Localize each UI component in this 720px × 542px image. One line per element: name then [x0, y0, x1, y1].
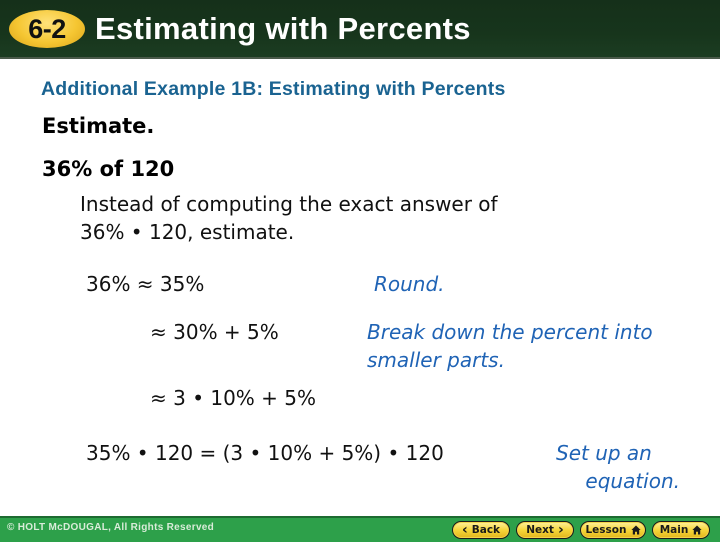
back-label: Back — [471, 524, 501, 536]
explanation-line-2: 36% • 120, estimate. — [80, 220, 295, 244]
explanation-text: Instead of computing the exact answer of… — [80, 190, 498, 246]
chevron-left-icon: ‹ — [461, 522, 468, 538]
chevron-right-icon: › — [557, 522, 564, 538]
step-2-expression: ≈ 30% + 5% — [150, 320, 279, 344]
step-1-expression: 36% ≈ 35% — [86, 272, 205, 296]
home-icon — [692, 525, 702, 535]
step-3-expression: ≈ 3 • 10% + 5% — [150, 386, 317, 410]
step-2-note-line-1: Break down the percent into — [367, 320, 653, 344]
main-button[interactable]: Main — [652, 521, 710, 539]
step-1-note-line-1: Round. — [374, 272, 445, 296]
back-button[interactable]: ‹ Back — [452, 521, 510, 539]
explanation-line-1: Instead of computing the exact answer of — [80, 192, 498, 216]
equation-note-line-1: Set up an — [556, 441, 652, 465]
problem-statement: 36% of 120 — [42, 157, 175, 181]
home-icon — [630, 525, 641, 535]
slide-footer: © HOLT McDOUGAL, All Rights Reserved ‹ B… — [0, 516, 720, 542]
equation-note: Set up an equation. — [556, 439, 680, 495]
lesson-title: Estimating with Percents — [95, 11, 471, 46]
lesson-button[interactable]: Lesson — [580, 521, 646, 539]
next-button[interactable]: Next › — [516, 521, 574, 539]
instruction-heading: Estimate. — [42, 114, 155, 138]
next-label: Next — [526, 524, 554, 536]
equation-note-line-2: equation. — [585, 469, 680, 493]
copyright-text: © HOLT McDOUGAL, All Rights Reserved — [7, 522, 215, 533]
main-label: Main — [659, 524, 689, 536]
lesson-number-badge: 6-2 — [9, 10, 85, 48]
slide-header: 6-2 Estimating with Percents — [0, 0, 720, 59]
lesson-label: Lesson — [585, 524, 627, 536]
step-1-note: Round. — [374, 270, 445, 298]
equation-expression: 35% • 120 = (3 • 10% + 5%) • 120 — [86, 441, 444, 465]
example-subtitle: Additional Example 1B: Estimating with P… — [41, 78, 506, 100]
step-2-note: Break down the percent into smaller part… — [367, 318, 653, 374]
step-2-note-line-2: smaller parts. — [367, 348, 505, 372]
